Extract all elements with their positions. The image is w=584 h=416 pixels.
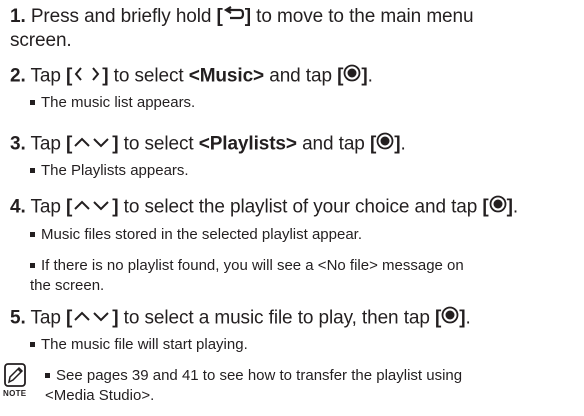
step-number: 4. [10,196,26,218]
left-right-arrows-icon [72,65,102,89]
bullet-square [30,231,35,237]
step-number: 3. [10,133,26,155]
bullet-square [30,341,35,347]
step-5: 5. Tap [] to select a music file to play… [10,306,580,331]
step-number: 1. [10,6,26,28]
step-number: 2. [10,65,26,87]
menu-target: <Music> [188,65,265,87]
step-1: 1. Press and briefly hold [] to move to … [10,5,474,52]
bullet-square [30,262,35,268]
step-3: 3. Tap [] to select <Playlists> and tap … [10,132,580,157]
select-button-icon [441,306,459,331]
note-text: See pages 39 and 41 to see how to transf… [45,367,463,404]
manual-page: 1. Press and briefly hold [] to move to … [0,0,584,416]
select-button-icon [343,64,361,89]
bullet-square [45,372,50,378]
bullet-square [30,167,35,173]
bullet-item: Music files stored in the selected playl… [30,225,570,245]
up-down-arrows-icon [72,133,112,157]
note-label: NOTE [3,389,27,398]
menu-target: <Playlists> [198,133,297,155]
step-number: 5. [10,307,26,329]
bullet-item: The music file will start playing. [30,335,570,355]
step-4: 4. Tap [] to select the playlist of your… [10,195,580,220]
up-down-arrows-icon [72,307,112,331]
bullet-item: If there is no playlist found, you will … [30,257,464,294]
note-icon: NOTE [3,362,29,402]
bullet-square [30,99,35,105]
step-2: 2. Tap [] to select <Music> and tap []. [10,64,580,89]
select-button-icon [376,132,394,157]
up-down-arrows-icon [72,196,112,220]
bullet-item: The Playlists appears. [30,161,570,181]
bullet-item: The music list appears. [30,93,570,113]
select-button-icon [489,195,507,220]
back-icon [223,5,245,29]
